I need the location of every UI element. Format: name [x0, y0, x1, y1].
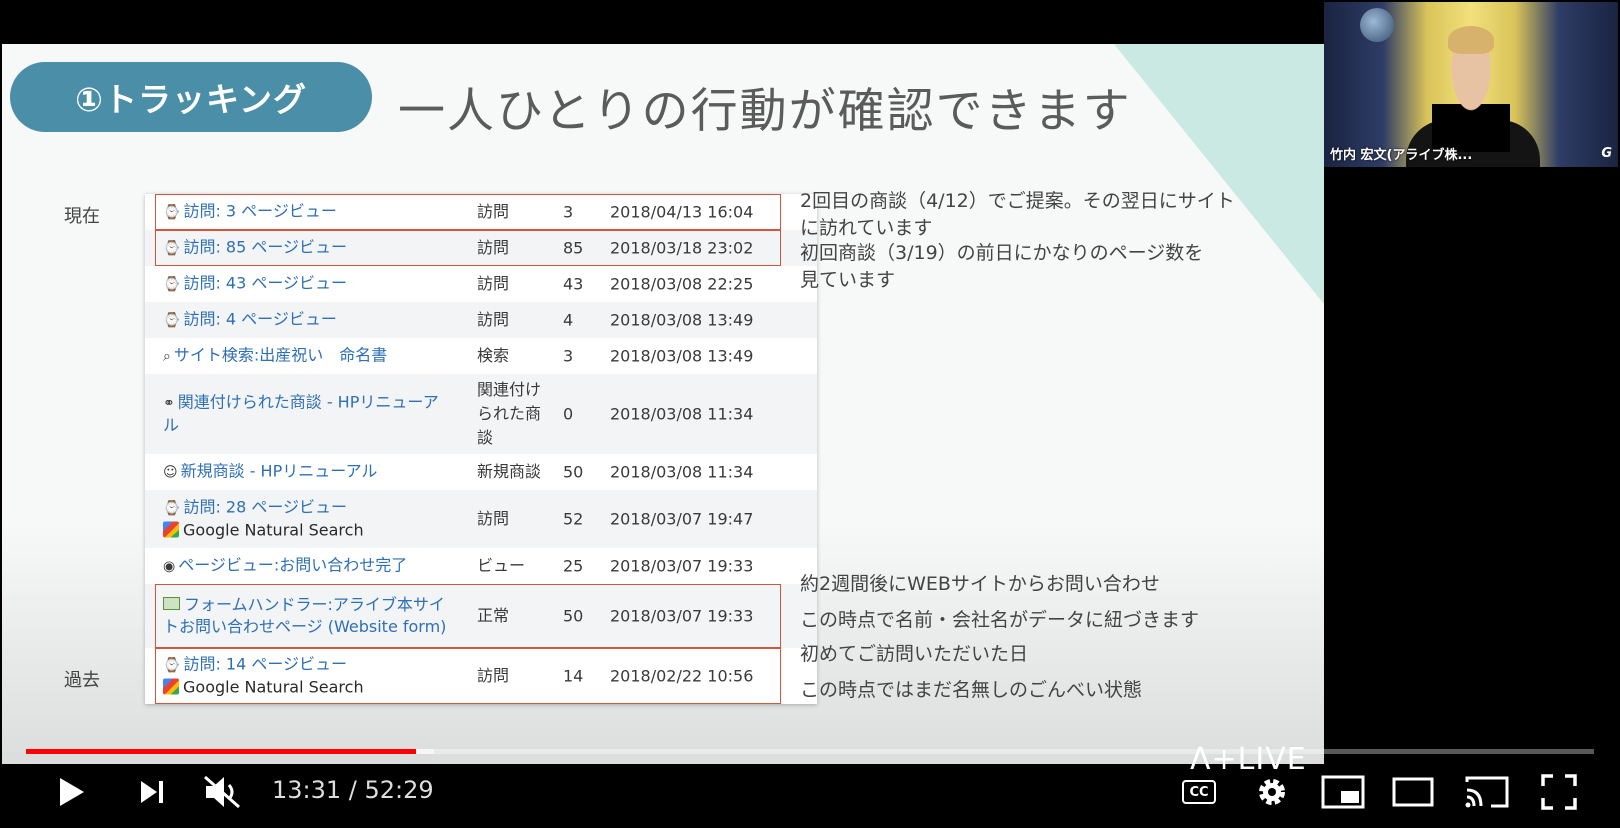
table-row: ☺ 新規商談 - HPリニューアル 新規商談 50 2018/03/08 11:34 — [145, 454, 817, 490]
person-icon: ☺ — [163, 464, 178, 481]
note-second-meeting: 2回目の商談（4/12）でご提案。その翌日にサイトに訪れています — [800, 190, 1235, 239]
fullscreen-button[interactable] — [1534, 770, 1584, 814]
row-count: 25 — [563, 556, 584, 576]
label-now: 現在 — [64, 206, 100, 227]
search-icon: ⌕ — [163, 348, 171, 365]
row-type: 訪問 — [477, 509, 510, 528]
section-pill: ①トラッキング — [10, 62, 372, 132]
row-date: 2018/03/08 13:49 — [610, 310, 754, 330]
table-row: ⌚ 訪問: 28 ページビュー Google Natural Search 訪問 52 2… — [145, 490, 817, 548]
row-count: 52 — [563, 509, 584, 529]
row-title-text: 訪問: 4 ページビュー — [183, 309, 337, 329]
row-title[interactable]: ☺ 新規商談 - HPリニューアル — [163, 461, 448, 484]
row-title-text: 関連付けられた商談 - HPリニューアル — [163, 392, 439, 435]
video-player[interactable]: ①トラッキング 一人ひとりの行動が確認できます 現在 過去 ⌚ 訪問: 3 ページ… — [0, 0, 1620, 828]
played-bar — [26, 749, 416, 754]
cast-button[interactable] — [1462, 770, 1512, 814]
note-inquiry: 約2週間後にWEBサイトからお問い合わせ — [800, 573, 1160, 595]
theater-mode-button[interactable] — [1388, 770, 1438, 814]
progress-bar[interactable] — [26, 749, 1594, 754]
link-icon: ⚭ — [163, 395, 175, 412]
settings-button[interactable] — [1250, 770, 1294, 814]
miniplayer-icon — [1321, 775, 1365, 809]
row-count: 3 — [563, 346, 574, 366]
row-count: 50 — [563, 462, 584, 482]
row-title-text: サイト検索:出産祝い 命名書 — [173, 345, 388, 365]
row-title[interactable]: ⌚ 訪問: 4 ページビュー — [163, 309, 448, 332]
row-title[interactable]: ⌚ 訪問: 43 ページビュー — [163, 273, 448, 296]
captions-button[interactable]: CC — [1182, 780, 1216, 804]
row-count: 43 — [563, 274, 584, 294]
clock-icon: ⌚ — [163, 312, 181, 329]
row-title-text: 新規商談 - HPリニューアル — [180, 461, 378, 481]
row-title[interactable]: ◉ ページビュー:お問い合わせ完了 — [163, 555, 448, 578]
table-row: ⌚ 訪問: 4 ページビュー 訪問 4 2018/03/08 13:49 — [145, 302, 817, 338]
label-past: 過去 — [64, 670, 100, 691]
theater-icon — [1392, 777, 1434, 807]
mute-button[interactable] — [198, 770, 246, 814]
google-icon — [163, 521, 179, 538]
row-title-text: 訪問: 43 ページビュー — [183, 273, 348, 293]
play-button[interactable] — [50, 770, 94, 814]
eye-icon: ◉ — [163, 558, 176, 575]
miniplayer-button[interactable] — [1318, 770, 1368, 814]
row-date: 2018/03/08 22:25 — [610, 274, 754, 294]
play-icon — [60, 778, 84, 806]
note-first-meeting: 初回商談（3/19）の前日にかなりのページ数を見ています — [800, 242, 1204, 291]
slide: ①トラッキング 一人ひとりの行動が確認できます 現在 過去 ⌚ 訪問: 3 ページ… — [2, 44, 1324, 764]
row-title[interactable]: ⌚ 訪問: 28 ページビュー Google Natural Search — [163, 497, 448, 542]
cast-icon — [1465, 776, 1509, 808]
row-date: 2018/03/08 13:49 — [610, 346, 754, 366]
row-count: 0 — [563, 404, 574, 424]
table-row: ⌕ サイト検索:出産祝い 命名書 検索 3 2018/03/08 13:49 — [145, 338, 817, 374]
time-display: 13:31 / 52:29 — [272, 776, 434, 804]
note-first-visit: 初めてご訪問いただいた日 — [800, 643, 1029, 665]
table-row: ◉ ページビュー:お問い合わせ完了 ビュー 25 2018/03/07 19:33 — [145, 548, 817, 584]
row-count: 4 — [563, 310, 574, 330]
row-date: 2018/03/07 19:33 — [610, 556, 754, 576]
note-linked: この時点で名前・会社名がデータに紐づきます — [800, 609, 1200, 631]
row-type: 関連付けられた商談 — [477, 380, 542, 447]
row-type: 新規商談 — [477, 462, 542, 481]
row-type: 検索 — [477, 346, 510, 365]
webcam-overlay: 竹内 宏文(アライブ株... G — [1324, 2, 1618, 167]
highlight-box — [155, 584, 781, 648]
planet-image — [1360, 8, 1394, 42]
next-button[interactable] — [130, 770, 174, 814]
row-type: 訪問 — [477, 310, 510, 329]
clock-icon: ⌚ — [163, 276, 181, 293]
row-date: 2018/03/08 11:34 — [610, 462, 754, 482]
skip-next-icon — [141, 781, 163, 803]
row-source: Google Natural Search — [183, 520, 364, 540]
fullscreen-icon — [1541, 774, 1577, 810]
row-title-text: 訪問: 28 ページビュー — [183, 497, 348, 517]
slide-headline: 一人ひとりの行動が確認できます — [398, 84, 1132, 139]
row-title[interactable]: ⚭ 関連付けられた商談 - HPリニューアル — [163, 392, 448, 437]
gear-icon — [1259, 779, 1285, 805]
row-type: 訪問 — [477, 274, 510, 293]
table-row: ⚭ 関連付けられた商談 - HPリニューアル 関連付けられた商談 0 2018/03/0… — [145, 374, 817, 454]
presenter-name: 竹内 宏文(アライブ株... — [1330, 148, 1473, 163]
webcam-badge: G — [1601, 146, 1612, 161]
note-anonymous: この時点ではまだ名無しのごんべい状態 — [800, 679, 1143, 701]
row-title[interactable]: ⌕ サイト検索:出産祝い 命名書 — [163, 345, 448, 368]
row-title-text: ページビュー:お問い合わせ完了 — [178, 555, 408, 575]
highlight-box — [155, 648, 781, 704]
row-date: 2018/03/08 11:34 — [610, 404, 754, 424]
row-type: ビュー — [477, 556, 526, 575]
highlight-box — [155, 230, 781, 266]
table-row: ⌚ 訪問: 43 ページビュー 訪問 43 2018/03/08 22:25 — [145, 266, 817, 302]
highlight-box — [155, 194, 781, 230]
activity-table: ⌚ 訪問: 3 ページビュー 訪問 3 2018/04/13 16:04 ⌚ 訪問: 85 … — [145, 194, 817, 704]
row-date: 2018/03/07 19:47 — [610, 509, 754, 529]
clock-icon: ⌚ — [163, 500, 181, 517]
volume-muted-icon — [204, 775, 240, 809]
